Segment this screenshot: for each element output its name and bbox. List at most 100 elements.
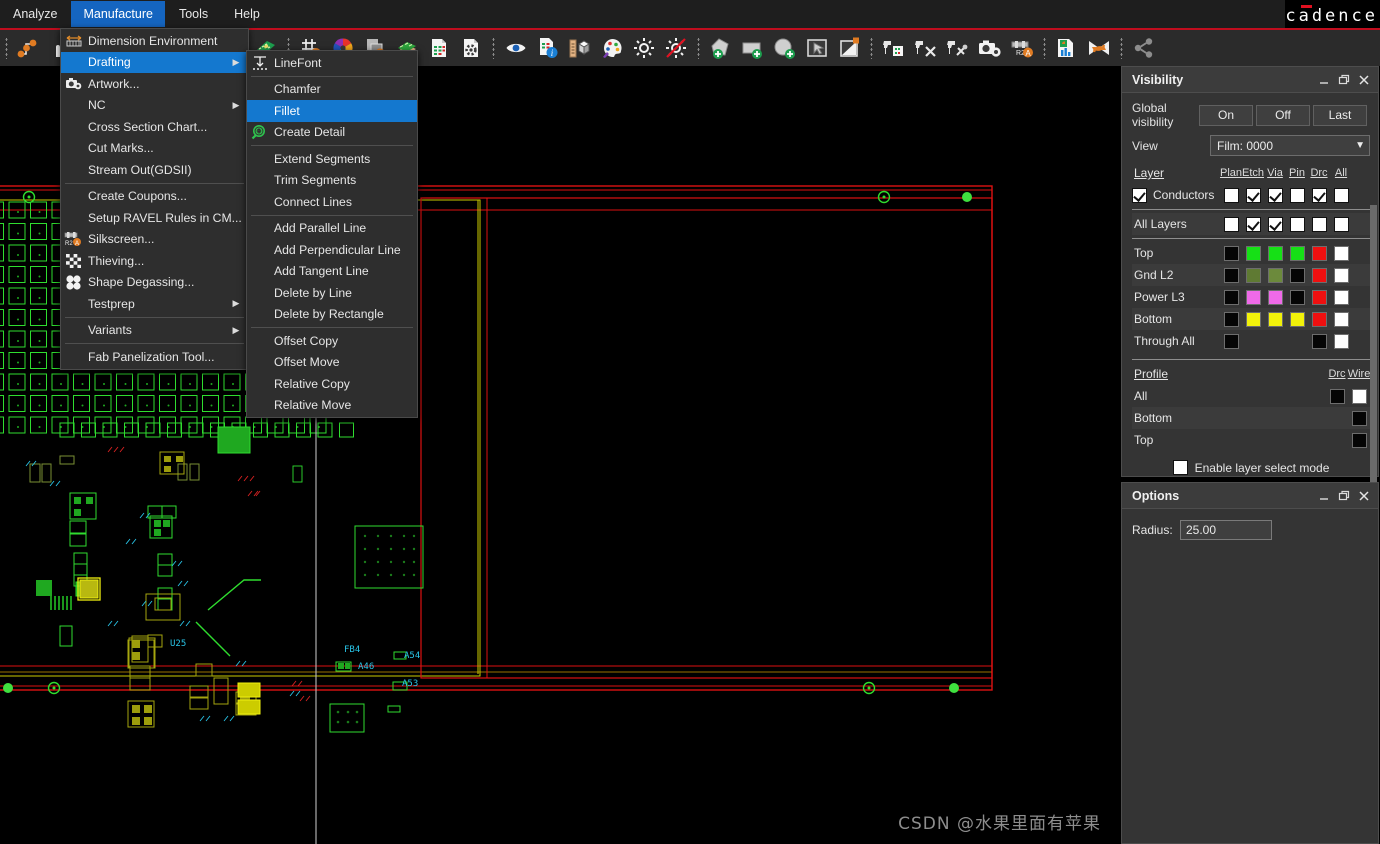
layer-swatch-via[interactable] [1268, 312, 1283, 327]
col-header-all[interactable]: All [1330, 167, 1352, 179]
menu-item-cut-marks[interactable]: Cut Marks... [61, 138, 248, 160]
layer-swatch-pin[interactable] [1290, 312, 1305, 327]
col-header-plan[interactable]: Plan [1220, 167, 1242, 179]
layer-swatch-pin[interactable] [1290, 268, 1305, 283]
menubar-item-tools[interactable]: Tools [167, 1, 220, 27]
menu-item-artwork[interactable]: Artwork... [61, 73, 248, 95]
highlight-off-icon[interactable] [661, 33, 691, 63]
layer-swatch-all[interactable] [1334, 246, 1349, 261]
layer-swatch-drc[interactable] [1312, 312, 1327, 327]
conductors-etch-checkbox[interactable] [1246, 188, 1261, 203]
menu-item-shape-degassing[interactable]: Shape Degassing... [61, 272, 248, 294]
menu-item-trim-segments[interactable]: Trim Segments [247, 170, 417, 192]
menu-item-relative-copy[interactable]: Relative Copy [247, 373, 417, 395]
col-header-profile-drc[interactable]: Drc [1326, 368, 1348, 380]
menubar-item-help[interactable]: Help [222, 1, 272, 27]
layer-swatch-via[interactable] [1268, 246, 1283, 261]
menu-item-stream-out-gdsii[interactable]: Stream Out(GDSII) [61, 159, 248, 181]
layer-swatch-etch[interactable] [1246, 312, 1261, 327]
layer-swatch-etch[interactable] [1246, 290, 1261, 305]
menubar-item-manufacture[interactable]: Manufacture [71, 1, 164, 27]
layer-swatch-plan[interactable] [1224, 334, 1239, 349]
layer-swatch-plan[interactable] [1224, 268, 1239, 283]
conductors-plan-checkbox[interactable] [1224, 188, 1239, 203]
col-header-profile[interactable]: Profile [1132, 367, 1326, 381]
highlight-on-icon[interactable] [629, 33, 659, 63]
share-icon[interactable] [1129, 33, 1159, 63]
menu-item-linefont[interactable]: LineFont [247, 52, 417, 74]
layer-swatch-drc[interactable] [1312, 246, 1327, 261]
all-layers-plan-checkbox[interactable] [1224, 217, 1239, 232]
layer-swatch-etch[interactable] [1246, 268, 1261, 283]
menu-item-create-detail[interactable]: 1:1 Create Detail [247, 122, 417, 144]
silkscreen-icon[interactable]: R2A [1007, 33, 1037, 63]
layer-swatch-all[interactable] [1334, 334, 1349, 349]
all-layers-drc-checkbox[interactable] [1312, 217, 1327, 232]
menu-item-variants[interactable]: Variants ▶ [61, 320, 248, 342]
layer-swatch-all[interactable] [1334, 268, 1349, 283]
palette-icon[interactable] [597, 33, 627, 63]
global-visibility-off-button[interactable]: Off [1256, 105, 1310, 126]
all-layers-all-checkbox[interactable] [1334, 217, 1349, 232]
select-shape-icon[interactable] [802, 33, 832, 63]
layer-swatch-pin[interactable] [1290, 290, 1305, 305]
drill-report-icon[interactable] [879, 33, 909, 63]
menu-item-offset-move[interactable]: Offset Move [247, 352, 417, 374]
col-header-profile-wire[interactable]: Wire [1348, 368, 1370, 380]
eye-icon[interactable] [501, 33, 531, 63]
artwork-camera-icon[interactable] [975, 33, 1005, 63]
radius-input[interactable]: 25.00 [1180, 520, 1272, 540]
col-header-drc[interactable]: Drc [1308, 167, 1330, 179]
menu-item-fab-panelization-tool[interactable]: Fab Panelization Tool... [61, 346, 248, 368]
layer-swatch-drc[interactable] [1312, 334, 1327, 349]
setup-icon[interactable] [456, 33, 486, 63]
drill-cross-icon[interactable] [911, 33, 941, 63]
menu-item-add-tangent-line[interactable]: Add Tangent Line [247, 261, 417, 283]
menu-item-cross-section-chart[interactable]: Cross Section Chart... [61, 116, 248, 138]
connect-net-icon[interactable] [14, 33, 44, 63]
layer-swatch-plan[interactable] [1224, 290, 1239, 305]
menu-item-add-perpendicular-line[interactable]: Add Perpendicular Line [247, 239, 417, 261]
add-shape-icon[interactable] [706, 33, 736, 63]
layer-swatch-via[interactable] [1268, 290, 1283, 305]
layer-swatch-all[interactable] [1334, 312, 1349, 327]
menu-item-create-coupons[interactable]: Create Coupons... [61, 186, 248, 208]
profile-swatch-wire[interactable] [1352, 389, 1367, 404]
chart-report-icon[interactable] [1052, 33, 1082, 63]
conductors-drc-checkbox[interactable] [1312, 188, 1327, 203]
col-header-pin[interactable]: Pin [1286, 167, 1308, 179]
all-layers-pin-checkbox[interactable] [1290, 217, 1305, 232]
layer-swatch-via[interactable] [1268, 268, 1283, 283]
shape-fill-icon[interactable] [834, 33, 864, 63]
menu-item-thieving[interactable]: Thieving... [61, 250, 248, 272]
conductors-all-checkbox[interactable] [1334, 188, 1349, 203]
menu-item-connect-lines[interactable]: Connect Lines [247, 191, 417, 213]
menu-item-dimension-environment[interactable]: Dimension Environment [61, 30, 248, 52]
global-visibility-on-button[interactable]: On [1199, 105, 1253, 126]
close-icon[interactable] [1354, 486, 1374, 506]
layer-swatch-all[interactable] [1334, 290, 1349, 305]
close-icon[interactable] [1354, 70, 1374, 90]
col-header-layer[interactable]: Layer [1132, 166, 1220, 180]
add-rect-icon[interactable] [738, 33, 768, 63]
add-circle-icon[interactable] [770, 33, 800, 63]
menu-item-drafting[interactable]: Drafting ▶ [61, 52, 248, 74]
col-header-via[interactable]: Via [1264, 167, 1286, 179]
menu-item-chamfer[interactable]: Chamfer [247, 79, 417, 101]
drill-tools-icon[interactable] [943, 33, 973, 63]
variants-sync-icon[interactable] [1084, 33, 1114, 63]
menu-item-nc[interactable]: NC ▶ [61, 95, 248, 117]
layer-swatch-drc[interactable] [1312, 268, 1327, 283]
layer-swatch-plan[interactable] [1224, 246, 1239, 261]
profile-swatch-wire[interactable] [1352, 433, 1367, 448]
all-layers-via-checkbox[interactable] [1268, 217, 1283, 232]
menubar-item-analyze[interactable]: Analyze [1, 1, 69, 27]
menu-item-offset-copy[interactable]: Offset Copy [247, 330, 417, 352]
all-layers-etch-checkbox[interactable] [1246, 217, 1261, 232]
report-icon[interactable] [424, 33, 454, 63]
menu-item-testprep[interactable]: Testprep ▶ [61, 293, 248, 315]
col-header-etch[interactable]: Etch [1242, 167, 1264, 179]
conductors-pin-checkbox[interactable] [1290, 188, 1305, 203]
menu-item-delete-by-rectangle[interactable]: Delete by Rectangle [247, 304, 417, 326]
conductors-enable-checkbox[interactable] [1132, 188, 1147, 203]
